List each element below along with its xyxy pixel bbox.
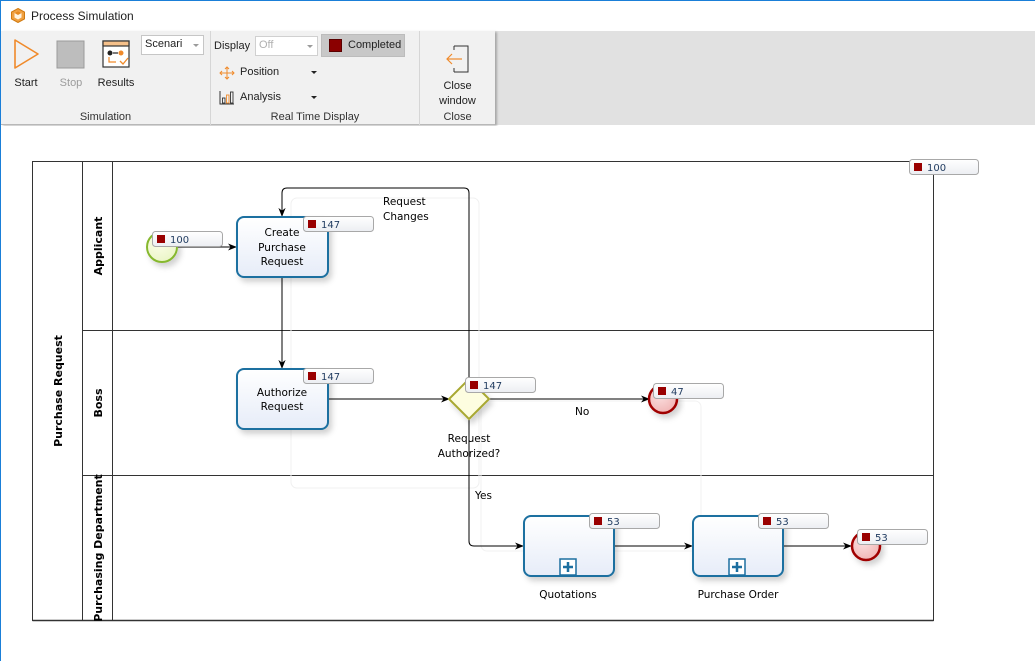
counter-value: 147	[321, 372, 340, 383]
counter-value: 53	[607, 517, 620, 528]
counter-badge-purchase-order: 53	[758, 513, 829, 529]
start-label: Start	[14, 77, 38, 89]
results-button[interactable]: Results	[96, 35, 136, 93]
window-title: Process Simulation	[31, 9, 134, 23]
counter-badge-start: 100	[152, 231, 223, 247]
display-label: Display	[214, 40, 251, 52]
flow-label-request-changes-line2: Changes	[383, 211, 429, 223]
flow-label-yes: Yes	[474, 490, 492, 502]
results-label: Results	[97, 77, 135, 89]
diagram-canvas: Purchase Request Applicant Boss Purchasi…	[1, 126, 1035, 662]
bar-chart-icon	[219, 91, 234, 105]
real-time-display-group-label: Real Time Display	[270, 111, 360, 123]
task-label-line: Create	[265, 227, 300, 239]
counter-badge-end-rejected: 47	[653, 383, 724, 399]
move-arrows-icon	[219, 66, 235, 80]
stop-label: Stop	[59, 77, 83, 89]
display-select[interactable]: Off	[255, 36, 318, 56]
lane-label-boss: Boss	[92, 388, 105, 417]
counter-badge-create: 147	[303, 216, 374, 232]
process-simulation-window: Process Simulation Start Stop Results Sc…	[0, 0, 1035, 662]
results-icon	[102, 40, 130, 68]
completed-toggle-button[interactable]: Completed	[321, 34, 405, 57]
simulation-group-label: Simulation	[79, 111, 132, 123]
counter-value: 147	[483, 381, 502, 392]
task-label-line: Purchase	[258, 242, 306, 254]
counter-badge-quotations: 53	[589, 513, 660, 529]
dropdown-arrow-icon	[311, 71, 317, 74]
simulation-group: Start Stop Results Scenari Simulation	[1, 31, 211, 125]
analysis-label: Analysis	[240, 91, 281, 103]
task-label-line: Request	[261, 256, 304, 268]
task-label-line: Request	[261, 401, 304, 413]
lane-boss[interactable]: Boss	[92, 388, 105, 417]
subprocess-label: Quotations	[539, 589, 596, 601]
completed-color-swatch	[329, 39, 342, 52]
scenario-select[interactable]: Scenari	[141, 35, 204, 55]
counter-value: 147	[321, 220, 340, 231]
counter-value: 53	[776, 517, 789, 528]
close-window-label-line2: window	[439, 95, 476, 107]
close-window-label-line1: Close	[443, 80, 472, 92]
position-label: Position	[240, 66, 280, 78]
display-value: Off	[259, 39, 274, 51]
close-group-label: Close	[443, 111, 472, 123]
counter-badge-pool: 100	[909, 159, 979, 175]
counter-badge-gateway: 147	[465, 377, 536, 393]
bpmn-diagram: Purchase Request Applicant Boss Purchasi…	[32, 159, 979, 622]
close-group: Close window Close	[420, 31, 495, 125]
start-button[interactable]: Start	[6, 35, 46, 93]
close-window-button[interactable]: Close window	[435, 35, 480, 107]
lane-label-applicant: Applicant	[92, 217, 105, 276]
counter-badge-authorize: 147	[303, 368, 374, 384]
subprocess-label: Purchase Order	[698, 589, 780, 601]
lane-applicant[interactable]: Applicant	[92, 217, 105, 276]
chevron-down-icon	[193, 44, 199, 47]
counter-badge-end-completed: 53	[857, 529, 928, 545]
flow-label-request-changes-line1: Request	[383, 196, 426, 208]
counter-value: 100	[927, 163, 946, 174]
completed-label: Completed	[348, 39, 402, 51]
counter-value: 100	[170, 235, 189, 246]
play-icon	[14, 39, 39, 69]
app-icon	[11, 8, 25, 23]
pool-label: Purchase Request	[52, 335, 65, 447]
real-time-display-group: Display Off Completed Position Analysis …	[211, 31, 420, 125]
ribbon: Start Stop Results Scenari Simulation Di…	[1, 31, 495, 125]
analysis-menu-button[interactable]: Analysis	[219, 88, 319, 108]
counter-value: 53	[875, 533, 888, 544]
scenario-value: Scenari	[145, 38, 183, 50]
title-bar: Process Simulation	[1, 1, 1035, 31]
counter-value: 47	[671, 387, 684, 398]
lane-purchasing-department[interactable]: Purchasing Department	[92, 474, 105, 622]
stop-icon	[56, 40, 85, 69]
chevron-down-icon	[307, 45, 313, 48]
dropdown-arrow-icon	[311, 96, 317, 99]
exit-door-icon	[445, 45, 468, 73]
flow-label-no: No	[575, 406, 589, 418]
lane-label-purchasing-department: Purchasing Department	[92, 474, 105, 622]
task-label-line: Authorize	[257, 387, 307, 399]
position-menu-button[interactable]: Position	[219, 63, 319, 83]
stop-button[interactable]: Stop	[51, 35, 91, 93]
gateway-label-line: Authorized?	[438, 448, 500, 460]
gateway-label-line: Request	[448, 433, 491, 445]
